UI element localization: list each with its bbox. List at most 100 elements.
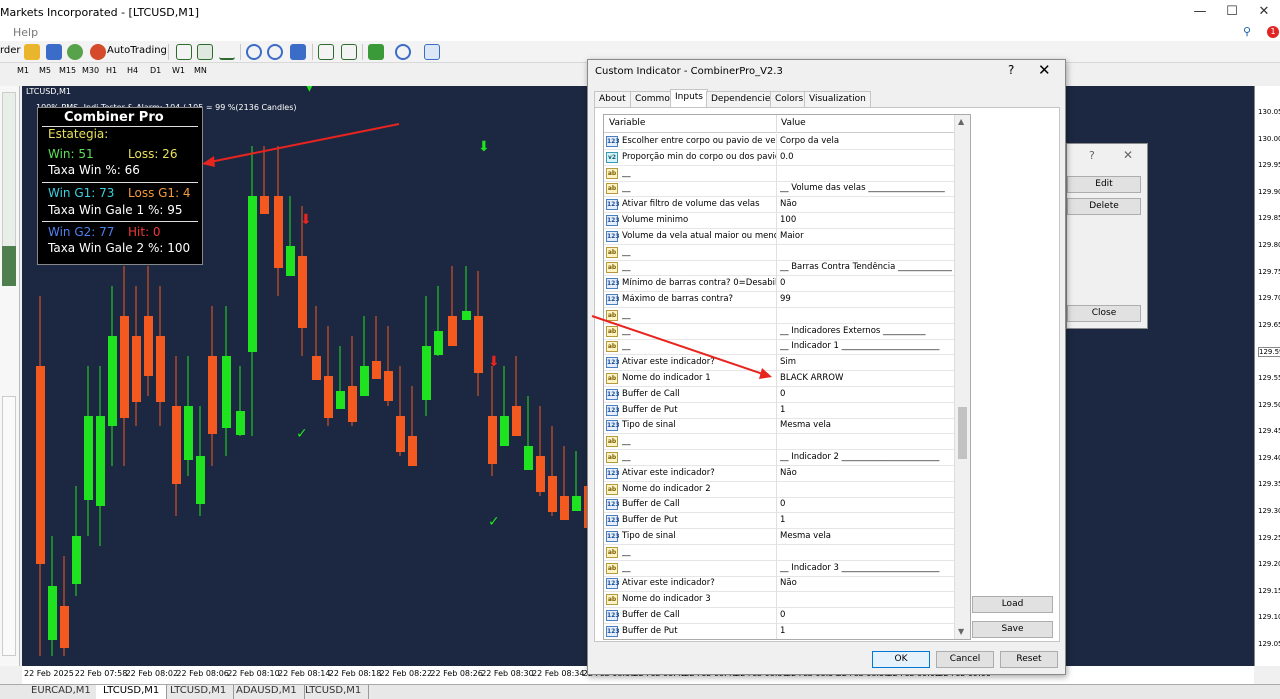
minimize-icon[interactable]: —	[1185, 4, 1215, 20]
chart-tab[interactable]: LTCUSD,M1	[163, 685, 235, 699]
table-row[interactable]: ab __ __ Indicadores Externos __________	[604, 323, 954, 340]
chart-tab-active[interactable]: LTCUSD,M1	[96, 685, 168, 699]
tab-inputs[interactable]: Inputs	[670, 89, 708, 107]
table-row[interactable]: ab __ __ Indicador 2 _____________________…	[604, 450, 954, 466]
table-row[interactable]: ab Nome do indicador 3	[604, 592, 954, 609]
load-button[interactable]: Load	[972, 596, 1053, 613]
row-value[interactable]: Mesma vela	[780, 531, 952, 541]
navigator-lower-list[interactable]	[2, 396, 16, 656]
table-row[interactable]: 123 Escolher entre corpo ou pavio de vela…	[604, 134, 954, 150]
row-value[interactable]: Não	[780, 468, 952, 478]
table-row[interactable]: ab __	[604, 165, 954, 182]
table-row[interactable]: 123Volume da vela atual maior ou menor q…	[604, 228, 954, 245]
reset-button[interactable]: Reset	[1000, 651, 1058, 668]
notification-icon[interactable]: 1	[1267, 26, 1279, 38]
search-icon[interactable]: ⚲	[1243, 25, 1251, 38]
candlestick-chart-icon[interactable]	[197, 44, 213, 60]
table-row[interactable]: ab __	[604, 307, 954, 324]
table-row[interactable]: ab __ __ Volume das velas ________________…	[604, 181, 954, 198]
row-value[interactable]: Mesma vela	[780, 420, 952, 430]
zoom-in-icon[interactable]	[246, 44, 262, 60]
row-value[interactable]: 1	[780, 515, 952, 525]
table-row[interactable]: ab __	[604, 434, 954, 451]
timeframe-m5[interactable]: M5	[39, 66, 51, 75]
table-row[interactable]: 123 Buffer de Call 0	[604, 497, 954, 514]
table-row[interactable]: 123 Buffer de Put 1	[604, 623, 954, 639]
tab-colors[interactable]: Colors	[770, 91, 809, 107]
row-value[interactable]: 1	[780, 626, 952, 636]
column-variable[interactable]: Variable	[609, 118, 645, 128]
tab-about[interactable]: About	[594, 91, 631, 107]
table-row[interactable]: ab __ __ Indicador 3 _____________________…	[604, 560, 954, 577]
table-row[interactable]: 123 Mínimo de barras contra? 0=Desabilita…	[604, 276, 954, 293]
row-value[interactable]: Corpo da vela	[780, 136, 952, 146]
metaeditor-icon[interactable]	[24, 44, 40, 60]
table-row[interactable]: 123 Buffer de Call 0	[604, 608, 954, 624]
ok-button[interactable]: OK	[872, 651, 930, 668]
close-window-icon[interactable]: ✕	[1249, 4, 1279, 20]
tab-visualization[interactable]: Visualization	[804, 91, 871, 107]
timeframe-m15[interactable]: M15	[59, 66, 76, 75]
table-row[interactable]: ab Nome do indicador 2	[604, 481, 954, 498]
table-row[interactable]: 123 Buffer de Call 0	[604, 386, 954, 403]
templates-icon[interactable]	[424, 44, 440, 60]
row-value[interactable]: 0	[780, 499, 952, 509]
chart-tab[interactable]: LTCUSD,M1	[298, 685, 370, 699]
row-value[interactable]: 1	[780, 405, 952, 415]
navigator-panel[interactable]	[0, 86, 20, 666]
row-value[interactable]: __ Indicador 1 _______________________	[780, 341, 952, 351]
maximize-icon[interactable]: ☐	[1217, 4, 1247, 20]
row-value[interactable]: __ Barras Contra Tendência _____________…	[780, 262, 952, 272]
zoom-out-icon[interactable]	[267, 44, 283, 60]
table-scrollbar[interactable]: ▲ ▼	[954, 115, 970, 639]
table-row[interactable]: 123 Buffer de Put 1	[604, 402, 954, 419]
navigator-list[interactable]	[2, 92, 16, 252]
cancel-button[interactable]: Cancel	[936, 651, 994, 668]
row-value[interactable]: 99	[780, 294, 952, 304]
row-value[interactable]: 0	[780, 389, 952, 399]
chart-tab[interactable]: ADAUSD,M1	[229, 685, 305, 699]
tab-dependencies[interactable]: Dependencies	[706, 91, 781, 107]
row-value[interactable]: Não	[780, 578, 952, 588]
table-row[interactable]: 123 Tipo de sinal Mesma vela	[604, 529, 954, 545]
periods-icon[interactable]	[395, 44, 411, 60]
scroll-down-icon[interactable]: ▼	[958, 627, 964, 636]
help-icon[interactable]: ?	[1089, 149, 1095, 162]
table-row[interactable]: ab Nome do indicador 1 BLACK ARROW	[604, 371, 954, 387]
timeframe-m1[interactable]: M1	[17, 66, 29, 75]
timeframe-m30[interactable]: M30	[82, 66, 99, 75]
tile-windows-icon[interactable]	[290, 44, 306, 60]
row-value[interactable]: 0	[780, 610, 952, 620]
inputs-table[interactable]: Variable Value 123 Escolher entre corpo o…	[603, 114, 971, 640]
indicators-icon[interactable]	[368, 44, 384, 60]
save-button[interactable]: Save	[972, 621, 1053, 638]
row-value[interactable]: __ Indicador 2 _______________________	[780, 452, 952, 462]
new-order-label[interactable]: rder	[0, 45, 21, 56]
close-icon[interactable]: ✕	[1123, 148, 1133, 162]
autotrading-button[interactable]: AutoTrading	[107, 45, 167, 56]
timeframe-h1[interactable]: H1	[106, 66, 117, 75]
table-row[interactable]: 123 Volume minimo 100	[604, 213, 954, 229]
table-row[interactable]: ab __ __ Barras Contra Tendência _________…	[604, 260, 954, 277]
row-value[interactable]: 0	[780, 278, 952, 288]
market-icon[interactable]	[67, 44, 83, 60]
table-row[interactable]: 123 Ativar este indicador? Não	[604, 465, 954, 482]
help-icon[interactable]: ?	[1008, 63, 1014, 77]
scroll-up-icon[interactable]: ▲	[958, 117, 964, 126]
row-value[interactable]: __ Indicador 3 _______________________	[780, 563, 952, 573]
edit-button[interactable]: Edit	[1067, 176, 1141, 193]
line-chart-icon[interactable]	[219, 44, 235, 60]
table-row[interactable]: 123 Tipo de sinal Mesma vela	[604, 418, 954, 435]
table-row[interactable]: 123 Ativar filtro de volume das velas Não	[604, 197, 954, 214]
table-row[interactable]: v2 Proporção min do corpo ou dos pavios..…	[604, 149, 954, 166]
close-button[interactable]: Close	[1067, 305, 1141, 322]
row-value[interactable]: 100	[780, 215, 952, 225]
row-value[interactable]: __ Volume das velas __________________	[780, 183, 952, 193]
table-row[interactable]: ab __	[604, 244, 954, 261]
table-row[interactable]: ab __	[604, 544, 954, 561]
chart-shift-icon[interactable]	[318, 44, 334, 60]
row-value[interactable]: BLACK ARROW	[780, 373, 952, 383]
bar-chart-icon[interactable]	[176, 44, 192, 60]
timeframe-w1[interactable]: W1	[172, 66, 185, 75]
timeframe-mn[interactable]: MN	[194, 66, 207, 75]
